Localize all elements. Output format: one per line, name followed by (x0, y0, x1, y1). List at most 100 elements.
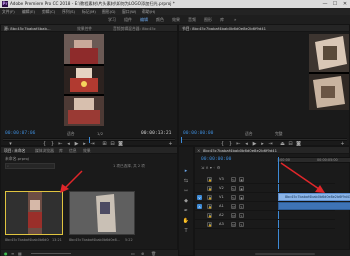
source-timecode-in[interactable]: 00:00:07:06 (5, 131, 35, 137)
hand-tool-icon[interactable]: ✋ (182, 217, 190, 225)
selection-tool-icon[interactable]: ▸ (182, 167, 190, 175)
lock-icon[interactable]: ● (4, 251, 8, 256)
workspace-more-button[interactable]: » (234, 17, 236, 22)
audio-clip-a1[interactable] (278, 202, 350, 210)
track-name: V3 (219, 177, 224, 181)
menu-marker[interactable]: 标记(M) (82, 9, 96, 14)
project-item-duration: 5:22 (125, 238, 133, 242)
timeline-zoom-scrollbar[interactable] (255, 253, 315, 255)
lock-track-icon[interactable]: 🔒 (207, 204, 212, 209)
source-video-frame (64, 34, 104, 126)
program-resolution-dropdown[interactable]: 完整 (275, 131, 283, 137)
project-search-input[interactable]: ⌕ (5, 163, 55, 169)
tab-info[interactable]: 信息 (69, 148, 77, 153)
sync-lock-icon[interactable]: ⇆ (231, 195, 236, 200)
workspace-bar: 学习 组件 编辑 颜色 效果 音频 图形 库 » (0, 15, 350, 24)
source-fit-dropdown[interactable]: 适合 (67, 131, 75, 137)
project-path: 未命名.prproj (5, 156, 29, 161)
mute-button[interactable]: M (231, 213, 236, 218)
window-title: Adobe Premiere Pro CC 2018 - E:\教程素材\片头素… (10, 1, 175, 6)
razor-tool-icon[interactable]: ◆ (182, 197, 190, 205)
program-fit-dropdown[interactable]: 适合 (245, 131, 253, 137)
tab-media-browser[interactable]: 媒体浏览器 (35, 148, 54, 153)
sync-lock-icon[interactable]: ⇆ (231, 186, 236, 191)
source-monitor-header: 源: 8bc45c7babaf4bab... 效果控件 音频剪辑混合器: 8bc… (1, 25, 177, 32)
lock-track-icon[interactable]: 🔒 (207, 222, 212, 227)
timeline-panel: 8bc45c7babaf4bab0b6d0e8e2b6f9d41 × 00:00… (194, 146, 350, 256)
program-timecode[interactable]: 00:00:00:00 (183, 131, 213, 137)
tools-panel: ▸ ⇆ ⇿ ◆ ✒ ✋ T (178, 146, 194, 256)
solo-button[interactable]: S (239, 222, 244, 227)
maximize-button[interactable]: ☐ (330, 0, 340, 8)
source-patch-a1[interactable]: A (197, 204, 202, 209)
tab-libraries[interactable]: 库 (59, 148, 63, 153)
project-item-thumbnail[interactable] (5, 191, 63, 235)
sync-lock-icon[interactable]: ⇆ (231, 177, 236, 182)
workspace-audio[interactable]: 音频 (188, 17, 196, 22)
track-select-tool-icon[interactable]: ⇆ (182, 177, 190, 185)
timeline-timecode[interactable]: 00:00:00:00 (201, 157, 231, 163)
project-footer: ● ≡ ▦ ▭ ⊕ 🗑 (1, 249, 179, 256)
track-name: V2 (219, 186, 224, 190)
workspace-graphics[interactable]: 图形 (204, 17, 212, 22)
program-playhead[interactable] (181, 137, 182, 143)
lock-track-icon[interactable]: 🔒 (207, 195, 212, 200)
thumbnail-zoom-slider[interactable] (31, 253, 71, 254)
mute-button[interactable]: M (231, 222, 236, 227)
minimize-button[interactable]: — (320, 0, 330, 8)
close-button[interactable]: ✕ (340, 0, 350, 8)
annotation-arrow-icon (280, 162, 325, 193)
menu-window[interactable]: 窗口(W) (122, 9, 136, 14)
workspace-color[interactable]: 颜色 (156, 17, 164, 22)
source-patch-v1[interactable]: V (197, 195, 202, 200)
menu-file[interactable]: 文件(F) (2, 9, 15, 14)
tab-audio-clip-mixer[interactable]: 音频剪辑混合器: 8bc45c (113, 26, 156, 31)
workspace-libraries[interactable]: 库 (220, 17, 224, 22)
menu-help[interactable]: 帮助(H) (142, 9, 155, 14)
menu-graphics[interactable]: 图形(G) (102, 9, 116, 14)
program-video-frame (309, 34, 349, 110)
project-panel: 项目: 未命名 媒体浏览器 库 信息 效果 未命名.prproj ⌕ 1 项已选… (0, 146, 179, 256)
tab-effects[interactable]: 效果 (83, 148, 91, 153)
source-resolution-dropdown[interactable]: 1/2 (97, 131, 103, 137)
track-name: V1 (219, 195, 224, 199)
menu-clip[interactable]: 剪辑(C) (42, 9, 55, 14)
tab-sequence[interactable]: 8bc45c7babaf4bab0b6d0e8e2b6f9d41 (203, 148, 277, 153)
type-tool-icon[interactable]: T (182, 227, 190, 235)
solo-button[interactable]: S (239, 204, 244, 209)
menu-sequence[interactable]: 序列(S) (62, 9, 75, 14)
ripple-edit-tool-icon[interactable]: ⇿ (182, 187, 190, 195)
workspace-learn[interactable]: 学习 (108, 17, 116, 22)
tab-project[interactable]: 项目: 未命名 (4, 148, 25, 153)
menu-edit[interactable]: 编辑(E) (22, 9, 35, 14)
tab-source[interactable]: 源: 8bc45c7babaf4bab... (4, 26, 51, 31)
track-name: A2 (219, 213, 224, 217)
pen-tool-icon[interactable]: ✒ (182, 207, 190, 215)
icon-view-icon[interactable]: ▦ (18, 251, 22, 256)
tab-program[interactable]: 节目: 8bc45c7babaf4bab0b6d0e8e2b6f9d41 (182, 26, 266, 31)
lock-track-icon[interactable]: 🔒 (207, 186, 212, 191)
menu-bar: 文件(F) 编辑(E) 剪辑(C) 序列(S) 标记(M) 图形(G) 窗口(W… (0, 8, 350, 15)
solo-button[interactable]: S (239, 213, 244, 218)
list-view-icon[interactable]: ≡ (11, 251, 14, 256)
new-bin-icon[interactable]: ▭ (131, 251, 135, 256)
lock-track-icon[interactable]: 🔒 (207, 177, 212, 182)
workspace-effects[interactable]: 效果 (172, 17, 180, 22)
timeline-tool-icons[interactable]: ⇲ ∩ ▾ ◦ ⚙ (201, 165, 220, 170)
trash-icon[interactable]: 🗑 (151, 251, 156, 256)
project-item-name: 8bc45c7babaf4bab0b6d0e8... (5, 238, 49, 242)
workspace-editing[interactable]: 编辑 (140, 17, 148, 22)
project-item-thumbnail[interactable] (69, 191, 135, 235)
eye-icon[interactable]: ◉ (239, 177, 244, 182)
close-tab-icon[interactable]: × (197, 148, 200, 153)
project-panel-header: 项目: 未命名 媒体浏览器 库 信息 效果 (1, 147, 177, 154)
mute-button[interactable]: M (231, 204, 236, 209)
lock-track-icon[interactable]: 🔒 (207, 213, 212, 218)
eye-icon[interactable]: ◉ (239, 195, 244, 200)
eye-icon[interactable]: ◉ (239, 186, 244, 191)
tab-effect-controls[interactable]: 效果控件 (77, 26, 92, 31)
program-monitor-panel: 节目: 8bc45c7babaf4bab0b6d0e8e2b6f9d41 00:… (178, 24, 350, 147)
workspace-assembly[interactable]: 组件 (124, 17, 132, 22)
source-video-image (64, 34, 104, 126)
new-item-icon[interactable]: ⊕ (141, 251, 144, 256)
